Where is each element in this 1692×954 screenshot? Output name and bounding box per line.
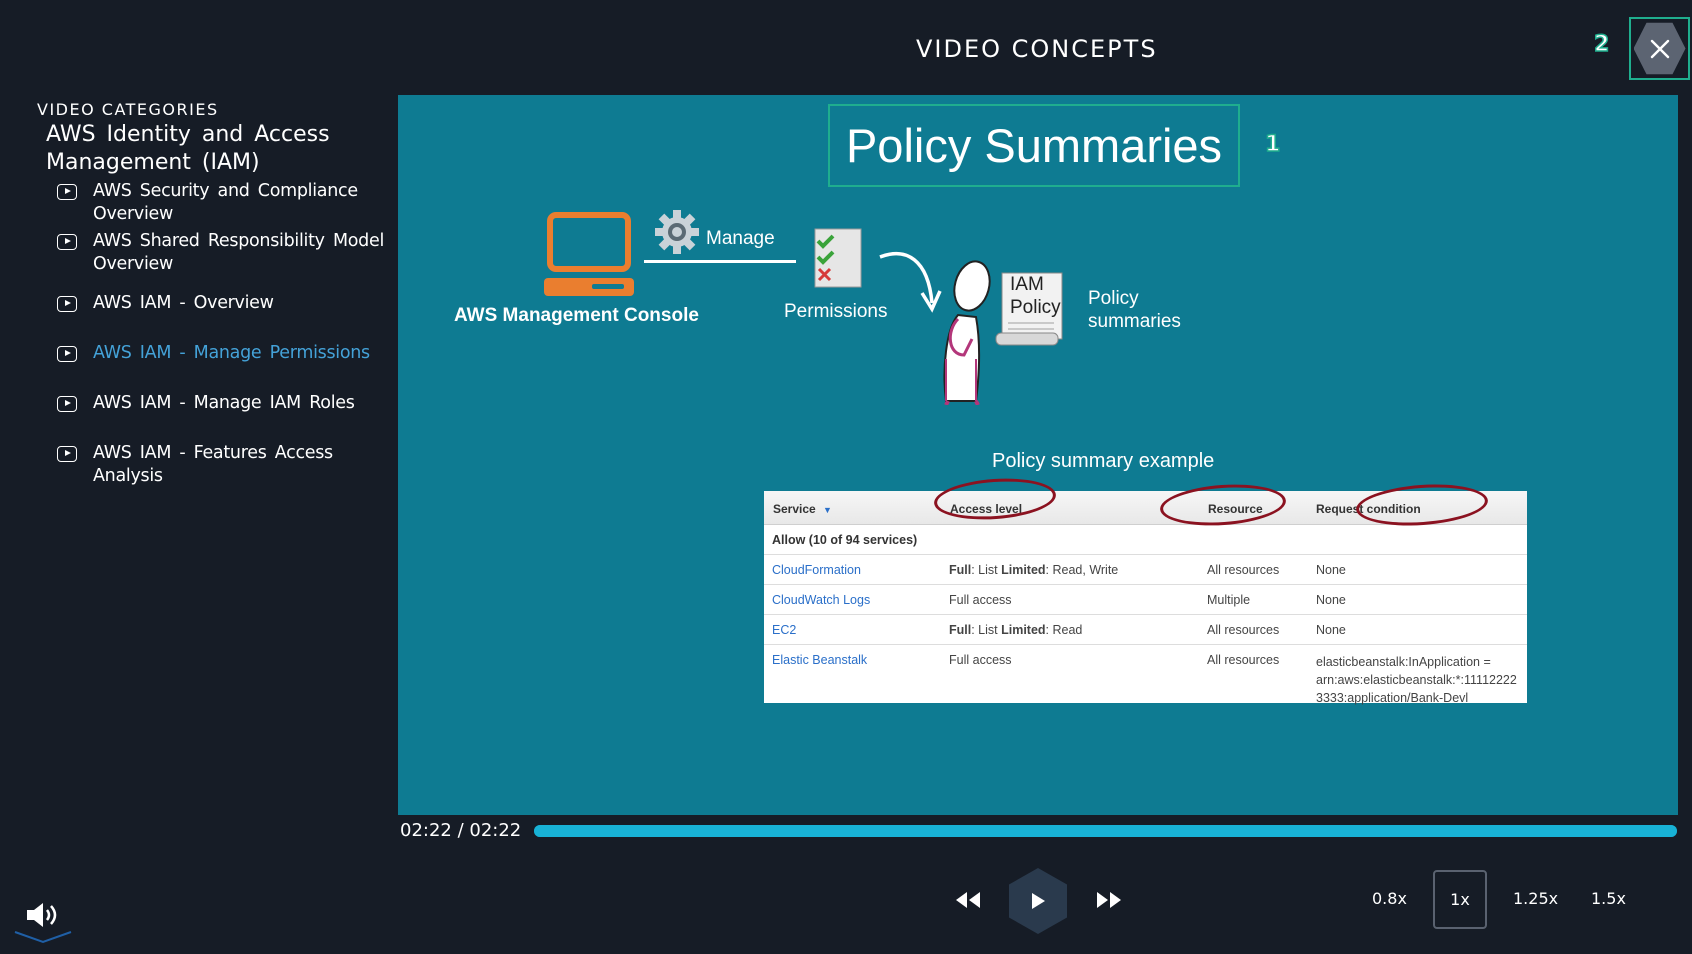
close-button[interactable] bbox=[1629, 17, 1690, 80]
fast-forward-button[interactable] bbox=[1095, 890, 1123, 910]
sidebar-category-heading: AWS Identity and Access Management (IAM) bbox=[46, 122, 330, 175]
video-item-manage-iam-roles[interactable]: AWS IAM - Manage IAM Roles bbox=[57, 392, 387, 415]
video-player[interactable]: Policy Summaries 1 AWS Management Consol… bbox=[398, 95, 1678, 815]
play-icon bbox=[57, 396, 77, 412]
manage-label: Manage bbox=[706, 228, 775, 249]
sidebar-label: VIDEO CATEGORIES bbox=[37, 100, 219, 119]
connector-line bbox=[644, 260, 796, 263]
sort-down-icon: ▼ bbox=[823, 505, 832, 515]
console-label: AWS Management Console bbox=[454, 305, 699, 326]
progress-bar[interactable] bbox=[534, 825, 1677, 837]
resource: All resources bbox=[1207, 653, 1280, 667]
resource: All resources bbox=[1207, 563, 1280, 577]
video-item-label: AWS IAM - Overview bbox=[93, 293, 274, 313]
play-button[interactable] bbox=[1009, 868, 1067, 934]
access-level: Full: List Limited: Read, Write bbox=[949, 563, 1119, 577]
page-title: VIDEO CONCEPTS bbox=[916, 35, 1158, 63]
slide-title-badge-number: 1 bbox=[1264, 131, 1281, 158]
video-item-features-access-analysis[interactable]: AWS IAM - Features Access Analysis bbox=[57, 442, 387, 488]
speed-0.8x[interactable]: 0.8x bbox=[1372, 889, 1407, 908]
close-icon bbox=[1650, 39, 1669, 58]
video-item-label: AWS IAM - Features Access Analysis bbox=[93, 443, 333, 486]
play-icon bbox=[57, 346, 77, 362]
rewind-button[interactable] bbox=[954, 890, 982, 910]
policy-summary-table: Service ▼ Access level Resource Request … bbox=[764, 474, 1527, 705]
video-item-shared-responsibility[interactable]: AWS Shared Responsibility Model Overview bbox=[57, 230, 387, 276]
access-level: Full access bbox=[949, 593, 1012, 607]
resource: Multiple bbox=[1207, 593, 1251, 607]
service-name: CloudWatch Logs bbox=[772, 593, 871, 607]
play-icon bbox=[1032, 893, 1045, 909]
volume-icon bbox=[27, 903, 57, 927]
table-row: CloudFormation Full: List Limited: Read,… bbox=[764, 555, 1527, 585]
iam-doc-line1: IAM bbox=[1010, 274, 1044, 295]
video-item-label: AWS IAM - Manage IAM Roles bbox=[93, 393, 355, 413]
iam-doc-line2: Policy bbox=[1010, 297, 1061, 318]
speed-1.5x[interactable]: 1.5x bbox=[1591, 889, 1626, 908]
table-row: EC2 Full: List Limited: Read All resourc… bbox=[764, 615, 1527, 645]
volume-button[interactable] bbox=[14, 902, 72, 944]
slide-title: Policy Summaries bbox=[845, 119, 1223, 172]
header-service: Service ▼ bbox=[773, 502, 832, 516]
allow-row-label: Allow (10 of 94 services) bbox=[772, 533, 918, 547]
play-icon bbox=[57, 234, 77, 250]
checklist-icon bbox=[814, 228, 862, 288]
close-badge-number: 2 bbox=[1593, 31, 1610, 58]
video-item-label: AWS Security and Compliance Overview bbox=[93, 181, 358, 224]
slide-title-highlight: Policy Summaries bbox=[828, 104, 1240, 187]
video-item-label: AWS IAM - Manage Permissions bbox=[93, 343, 370, 363]
gear-icon bbox=[655, 210, 699, 254]
example-label: Policy summary example bbox=[992, 450, 1215, 472]
table-row: CloudWatch Logs Full access Multiple Non… bbox=[764, 585, 1527, 615]
permissions-label: Permissions bbox=[784, 301, 888, 322]
access-level: Full: List Limited: Read bbox=[949, 623, 1083, 637]
play-icon bbox=[57, 446, 77, 462]
person-icon bbox=[943, 260, 991, 405]
play-icon bbox=[57, 296, 77, 312]
progress-fill bbox=[534, 825, 1677, 837]
condition: None bbox=[1316, 593, 1346, 607]
access-level: Full access bbox=[949, 653, 1012, 667]
play-icon bbox=[57, 184, 77, 200]
policy-summaries-line1: Policy bbox=[1088, 288, 1139, 309]
speed-1.25x[interactable]: 1.25x bbox=[1513, 889, 1558, 908]
service-name: Elastic Beanstalk bbox=[772, 653, 868, 667]
service-name: CloudFormation bbox=[772, 563, 861, 577]
video-item-security-compliance[interactable]: AWS Security and Compliance Overview bbox=[57, 180, 387, 226]
service-name: EC2 bbox=[772, 623, 797, 637]
video-item-label: AWS Shared Responsibility Model Overview bbox=[93, 231, 385, 274]
condition: None bbox=[1316, 563, 1346, 577]
condition: None bbox=[1316, 623, 1346, 637]
laptop-icon bbox=[544, 212, 634, 296]
speed-1x[interactable]: 1x bbox=[1433, 870, 1487, 929]
time-display: 02:22 / 02:22 bbox=[400, 820, 522, 841]
chevron-down-icon bbox=[14, 931, 72, 944]
condition: elasticbeanstalk:InApplication = arn:aws… bbox=[1316, 655, 1517, 705]
policy-summaries-line2: summaries bbox=[1088, 311, 1181, 332]
video-item-iam-overview[interactable]: AWS IAM - Overview bbox=[57, 292, 387, 315]
table-row: Elastic Beanstalk Full access All resour… bbox=[764, 645, 1527, 705]
allow-row: Allow (10 of 94 services) bbox=[764, 525, 1527, 555]
video-item-manage-permissions[interactable]: AWS IAM - Manage Permissions bbox=[57, 342, 387, 365]
resource: All resources bbox=[1207, 623, 1280, 637]
